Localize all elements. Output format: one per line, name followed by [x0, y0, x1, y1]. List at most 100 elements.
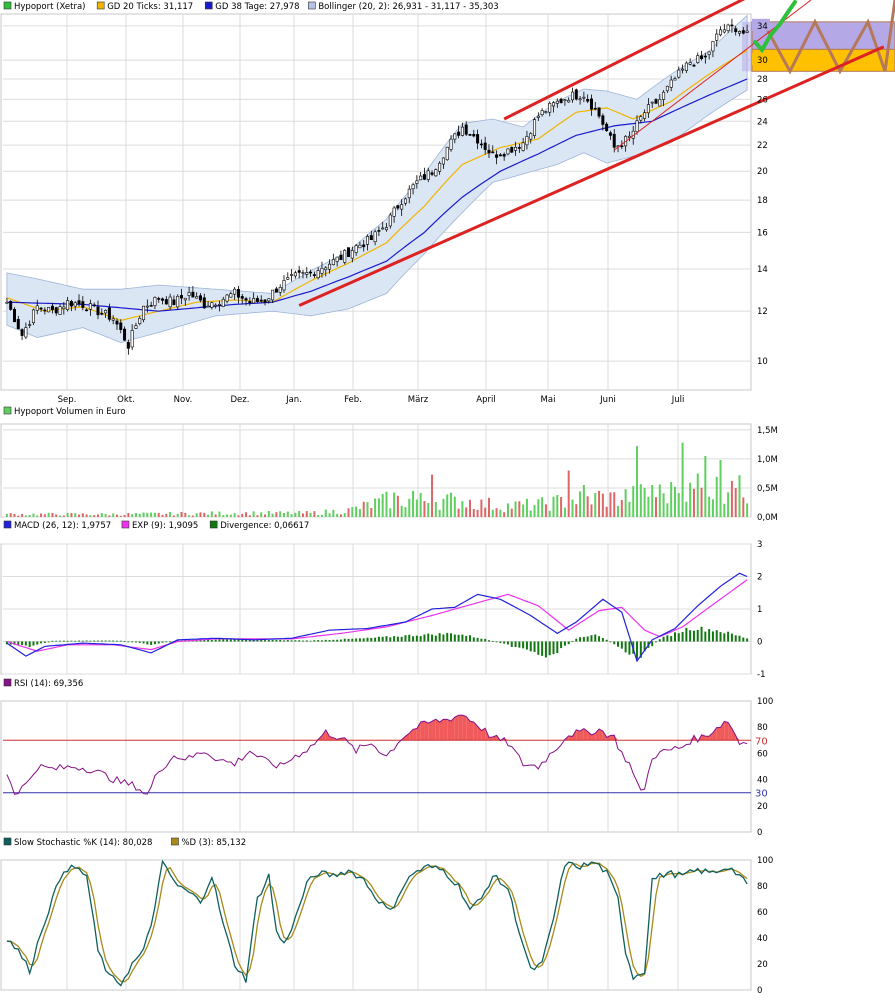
stochastic-panel	[0, 859, 752, 991]
x-tick-label: Jan.	[285, 395, 302, 405]
volume-bar	[719, 460, 722, 517]
divergence-bar	[423, 634, 426, 642]
volume-bar	[400, 505, 403, 517]
divergence-bar	[305, 640, 308, 642]
volume-bar	[658, 484, 661, 517]
divergence-bar	[355, 638, 358, 642]
candle-body	[514, 146, 518, 151]
rsi-overbought-fill	[432, 719, 436, 741]
volume-bar	[556, 495, 559, 517]
divergence-bar	[165, 641, 168, 643]
candle-body	[267, 298, 271, 302]
candle-body	[157, 298, 161, 300]
divergence-bar	[571, 640, 574, 642]
candle-body	[570, 91, 574, 101]
divergence-bar	[742, 637, 745, 642]
volume-panel	[0, 423, 752, 518]
candle-body	[107, 307, 111, 320]
volume-bar	[169, 511, 172, 517]
volume-bar	[518, 501, 521, 517]
volume-bar	[624, 489, 627, 517]
candle-body	[464, 124, 468, 135]
candle-body	[347, 247, 351, 257]
candle-body	[567, 99, 571, 103]
divergence-bar	[85, 640, 88, 642]
divergence-bar	[522, 641, 525, 649]
divergence-bar	[134, 641, 137, 643]
candle-body	[293, 272, 297, 277]
candle-body	[217, 304, 221, 306]
divergence-bar	[692, 630, 695, 642]
candle-body	[115, 320, 119, 325]
candle-body	[233, 288, 237, 295]
candle-body	[544, 111, 548, 113]
y-tick-label: 16	[757, 228, 768, 238]
divergence-bar	[157, 641, 160, 644]
divergence-bar	[343, 638, 346, 642]
volume-bar	[408, 498, 411, 517]
volume-bar	[260, 512, 263, 517]
candle-body	[77, 300, 81, 305]
volume-bar	[582, 485, 585, 517]
volume-bar	[628, 501, 631, 517]
volume-bar	[370, 507, 373, 517]
legend-swatch	[121, 520, 130, 529]
divergence-bar	[537, 641, 540, 655]
volume-bar	[153, 512, 156, 517]
candle-body	[650, 101, 654, 104]
volume-bar	[218, 511, 221, 517]
y-tick-label: 1	[757, 605, 762, 615]
candle-body	[468, 134, 472, 136]
candle-body	[58, 306, 62, 315]
divergence-bar	[55, 640, 58, 642]
divergence-bar	[78, 640, 81, 642]
divergence-bar	[389, 637, 392, 642]
candle-body	[278, 286, 282, 293]
divergence-bar	[108, 640, 111, 642]
volume-bar	[237, 515, 240, 517]
divergence-bar	[275, 639, 278, 642]
candle-body	[506, 148, 510, 155]
candle-body	[373, 231, 377, 243]
candle-body	[658, 99, 662, 107]
candle-body	[324, 267, 328, 271]
volume-bar	[313, 511, 316, 517]
divergence-bar	[127, 641, 130, 643]
x-tick-label: Dez.	[231, 395, 250, 405]
divergence-bar	[146, 641, 149, 645]
candle-body	[612, 133, 616, 148]
volume-bar	[692, 488, 695, 517]
volume-bar	[544, 504, 547, 517]
legend-swatch	[3, 1, 12, 10]
candle-body	[130, 330, 134, 348]
volume-bar	[264, 514, 267, 517]
y-tick-label: 3	[757, 540, 762, 550]
divergence-bar	[169, 641, 172, 643]
divergence-bar	[601, 638, 604, 642]
volume-bar	[188, 515, 191, 517]
divergence-bar	[74, 640, 77, 642]
divergence-bar	[24, 641, 27, 646]
volume-bar	[252, 511, 255, 517]
divergence-bar	[115, 640, 118, 642]
candle-body	[722, 29, 726, 33]
divergence-bar	[715, 630, 718, 642]
divergence-bar	[370, 637, 373, 642]
candle-body	[244, 298, 248, 301]
volume-bar	[476, 509, 479, 517]
divergence-bar	[598, 636, 601, 642]
candle-body	[472, 133, 476, 137]
volume-bar	[601, 493, 604, 517]
candle-body	[168, 296, 172, 308]
x-tick-label: Juli	[671, 395, 685, 405]
divergence-bar	[529, 641, 532, 652]
y-tick-label: 100	[757, 856, 773, 866]
candle-body	[586, 99, 590, 102]
divergence-bar	[658, 639, 661, 642]
volume-bar	[324, 509, 327, 517]
volume-bar	[176, 513, 179, 517]
volume-bar	[70, 513, 73, 517]
y-tick-label: 80	[757, 882, 768, 892]
divergence-bar	[461, 634, 464, 642]
rsi-overbought-fill	[462, 715, 467, 741]
